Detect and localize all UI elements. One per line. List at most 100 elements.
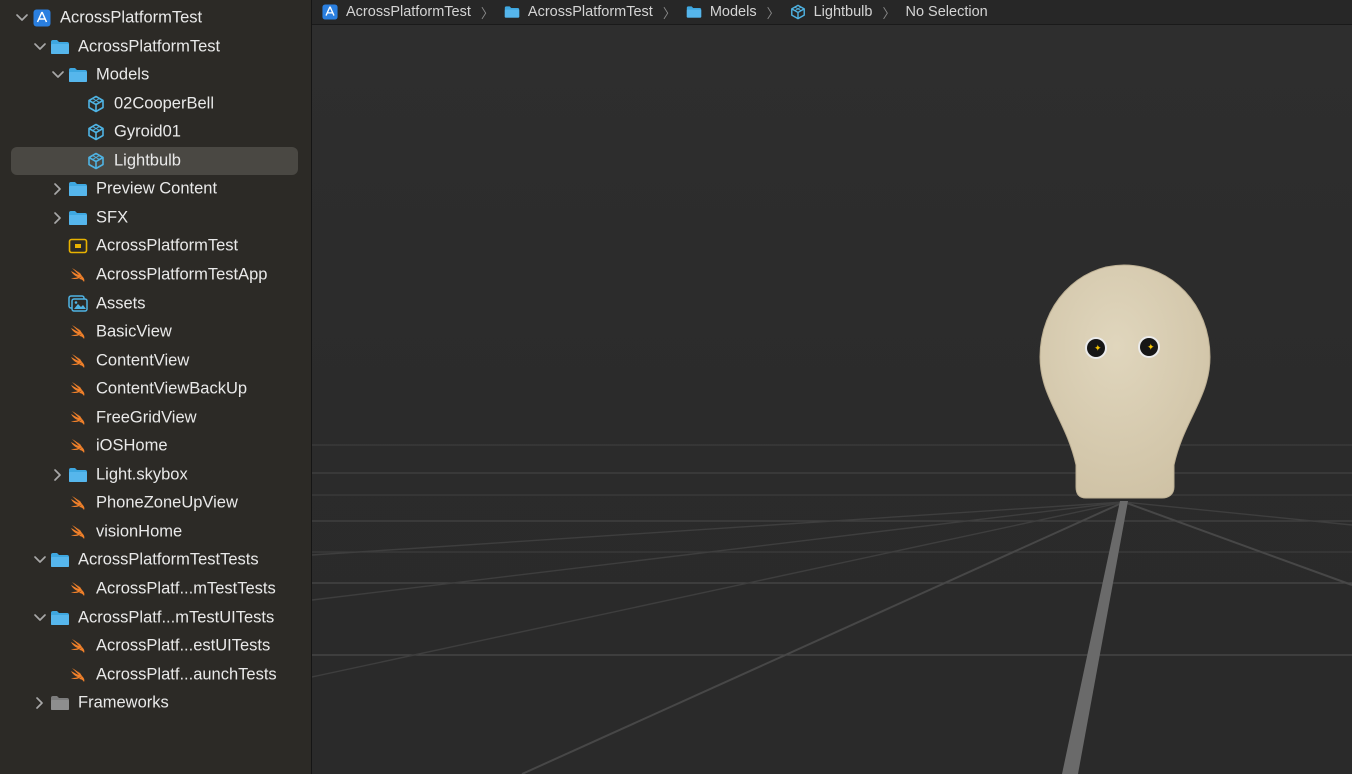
navigator-row[interactable]: 02CooperBell [0, 90, 311, 118]
svg-text:✦: ✦ [1147, 342, 1155, 352]
swift-file-icon [68, 636, 88, 656]
swift-file-icon [68, 322, 88, 342]
navigator-row[interactable]: AcrossPlatformTestApp [0, 261, 311, 289]
navigator-row-label: iOSHome [96, 436, 168, 455]
navigator-row-label: FreeGridView [96, 408, 197, 427]
navigator-row-label: AcrossPlatf...mTestUITests [78, 608, 275, 627]
navigator-row[interactable]: AcrossPlatf...mTestTests [0, 575, 311, 603]
navigator-row-label: Frameworks [78, 693, 169, 712]
navigator-row[interactable]: FreeGridView [0, 404, 311, 432]
chevron-right-icon[interactable] [51, 468, 65, 482]
jump-bar: AcrossPlatformTest 〉 AcrossPlatformTest 〉 Mo… [312, 0, 1352, 25]
chevron-down-icon[interactable] [33, 611, 47, 625]
navigator-row[interactable]: Frameworks [0, 689, 311, 717]
navigator-row[interactable]: AcrossPlatformTestTests [0, 546, 311, 574]
navigator-row-label: Models [96, 65, 150, 84]
3d-model-icon [86, 94, 106, 114]
navigator-row[interactable]: Assets [0, 290, 311, 318]
breadcrumb-label: AcrossPlatformTest [527, 4, 653, 20]
navigator-row-label: visionHome [96, 522, 183, 541]
navigator-row[interactable]: AcrossPlatformTest [0, 232, 311, 260]
chevron-down-icon[interactable] [51, 68, 65, 82]
svg-text:✦: ✦ [1094, 343, 1102, 353]
navigator-row[interactable]: AcrossPlatf...aunchTests [0, 661, 311, 689]
breadcrumb-item[interactable]: Models [686, 4, 757, 20]
chevron-right-icon[interactable] [51, 182, 65, 196]
navigator-row[interactable]: BasicView [0, 318, 311, 346]
navigator-row[interactable]: SFX [0, 204, 311, 232]
folder-icon [68, 65, 88, 85]
swift-file-icon [68, 665, 88, 685]
chevron-right-icon[interactable] [51, 211, 65, 225]
swift-file-icon [68, 408, 88, 428]
navigator-row[interactable]: Light.skybox [0, 461, 311, 489]
navigator-row[interactable]: ContentViewBackUp [0, 375, 311, 403]
navigator-row[interactable]: Gyroid01 [0, 118, 311, 146]
reality-composer-viewport[interactable]: ✦ ✦ [312, 25, 1352, 774]
navigator-row-label: AcrossPlatformTest [60, 8, 203, 27]
breadcrumb-separator: 〉 [882, 5, 896, 21]
swift-file-icon [68, 265, 88, 285]
entitlements-icon [68, 236, 88, 256]
navigator-row-label: AcrossPlatformTest [96, 236, 239, 255]
navigator-row-label: Light.skybox [96, 465, 188, 484]
navigator-row[interactable]: AcrossPlatf...estUITests [0, 632, 311, 660]
folder-icon [68, 465, 88, 485]
swift-file-icon [68, 579, 88, 599]
breadcrumb-separator: 〉 [480, 5, 494, 21]
project-navigator: AcrossPlatformTest AcrossPlatformTest Mode… [0, 0, 312, 774]
navigator-row-label: ContentViewBackUp [96, 379, 248, 398]
lightbulb-model: ✦ ✦ [1039, 264, 1211, 499]
gray-folder-icon [50, 693, 70, 713]
navigator-row[interactable]: visionHome [0, 518, 311, 546]
swift-file-icon [68, 379, 88, 399]
navigator-row[interactable]: AcrossPlatf...mTestUITests [0, 604, 311, 632]
navigator-row-label: BasicView [96, 322, 172, 341]
scene-axis-line [1062, 501, 1128, 774]
folder-icon [504, 4, 520, 20]
ground-grid [312, 444, 1352, 656]
navigator-row[interactable]: iOSHome [0, 432, 311, 460]
3d-model-icon [86, 151, 106, 171]
breadcrumb-item[interactable]: AcrossPlatformTest [322, 4, 471, 20]
breadcrumb-item[interactable]: Lightbulb [790, 4, 873, 20]
navigator-row-label: Gyroid01 [114, 122, 181, 141]
chevron-right-icon[interactable] [33, 696, 47, 710]
breadcrumb-label: Lightbulb [813, 4, 873, 20]
navigator-row-label: Assets [96, 294, 146, 312]
navigator-row[interactable]: PhoneZoneUpView [0, 489, 311, 517]
navigator-row-label: Preview Content [96, 179, 218, 198]
navigator-row-label: AcrossPlatf...estUITests [96, 636, 271, 655]
xcode-project-icon [322, 4, 338, 20]
navigator-row[interactable]: Preview Content [0, 175, 311, 203]
chevron-down-icon[interactable] [33, 553, 47, 567]
breadcrumb-separator: 〉 [766, 5, 780, 21]
navigator-row-label: AcrossPlatf...mTestTests [96, 579, 276, 598]
navigator-row-label: Lightbulb [114, 151, 181, 170]
scene-canvas[interactable]: ✦ ✦ [312, 25, 1352, 774]
asset-catalog-icon [68, 294, 88, 314]
navigator-row-label: AcrossPlatformTest [78, 37, 221, 56]
folder-icon [68, 179, 88, 199]
xcode-project-icon [32, 8, 52, 28]
breadcrumb-separator: 〉 [662, 5, 676, 21]
breadcrumb-item[interactable]: No Selection [905, 4, 987, 20]
swift-file-icon [68, 351, 88, 371]
navigator-row[interactable]: Models [0, 61, 311, 89]
chevron-down-icon[interactable] [33, 40, 47, 54]
navigator-row[interactable]: Lightbulb [0, 146, 311, 175]
chevron-down-icon[interactable] [15, 11, 29, 25]
swift-file-icon [68, 436, 88, 456]
breadcrumb-label: Models [709, 4, 757, 20]
navigator-row-label: 02CooperBell [114, 94, 214, 113]
folder-icon [686, 4, 702, 20]
navigator-row[interactable]: AcrossPlatformTest [0, 4, 311, 32]
swift-file-icon [68, 522, 88, 542]
navigator-row-label: ContentView [96, 351, 190, 370]
3d-model-icon [86, 122, 106, 142]
folder-icon [50, 608, 70, 628]
breadcrumb-item[interactable]: AcrossPlatformTest [504, 4, 653, 20]
navigator-row-label: AcrossPlatformTestApp [96, 265, 268, 284]
navigator-row[interactable]: ContentView [0, 347, 311, 375]
navigator-row[interactable]: AcrossPlatformTest [0, 33, 311, 61]
